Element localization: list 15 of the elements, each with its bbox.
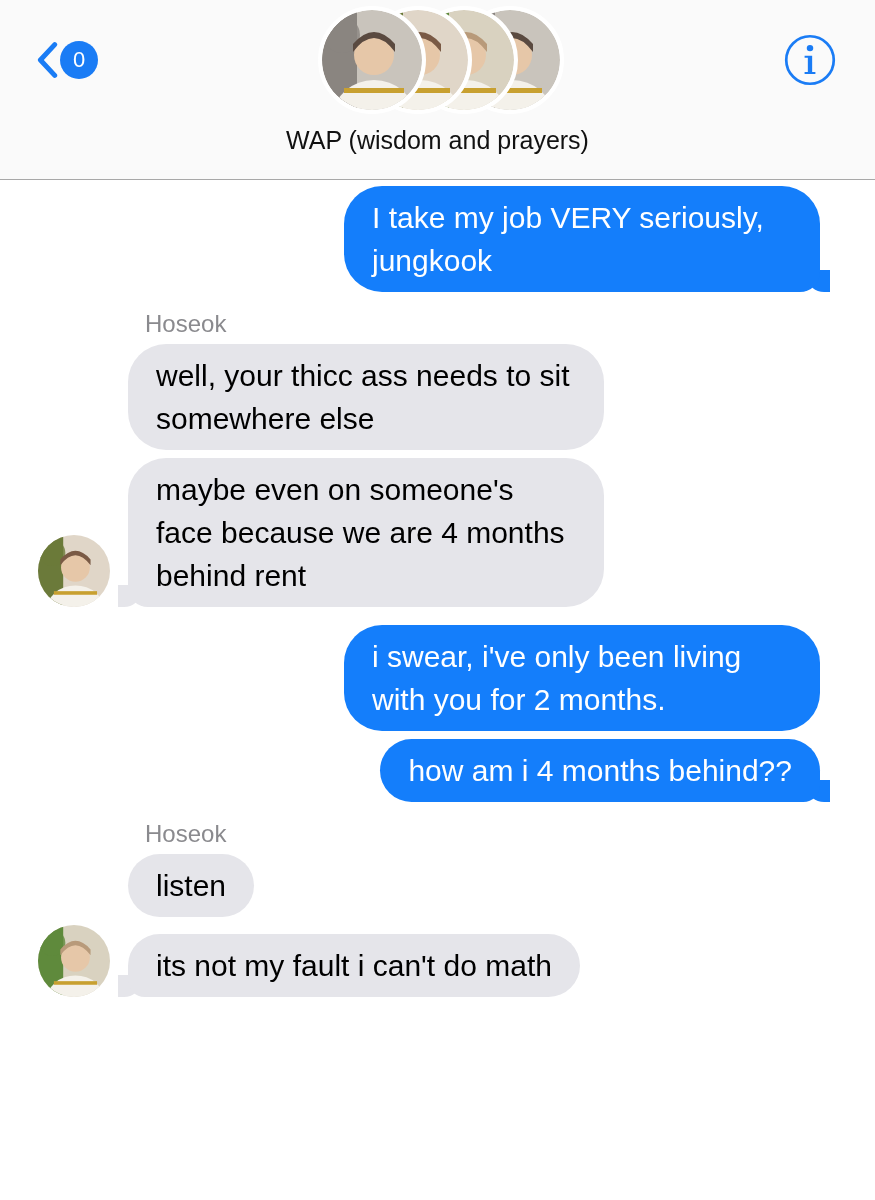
message-bubble: maybe even on someone's face because we are 4 months behind rent xyxy=(128,458,604,607)
message-bubble: i swear, i've only been living with you for 2 months. xyxy=(344,625,820,731)
info-button[interactable] xyxy=(783,33,837,87)
conversation-title: WAP (wisdom and prayers) xyxy=(285,125,590,155)
chevron-icon xyxy=(36,41,58,79)
message-bubble: listen xyxy=(128,854,255,917)
message-bubble: how am i 4 months behind?? xyxy=(380,739,820,802)
message-bubble: well, your thicc ass needs to sit somewhere else xyxy=(128,344,604,450)
unread-badge: 0 xyxy=(60,41,98,79)
info-icon xyxy=(783,33,837,87)
sender-name: Hoseok xyxy=(144,820,227,848)
message-bubble: its not my fault i can't do math xyxy=(128,934,580,997)
message-bubble: I take my job VERY seriously, jungkook xyxy=(344,186,820,292)
sender-name: Hoseok xyxy=(144,310,227,338)
back-button[interactable]: 0 xyxy=(36,41,98,79)
